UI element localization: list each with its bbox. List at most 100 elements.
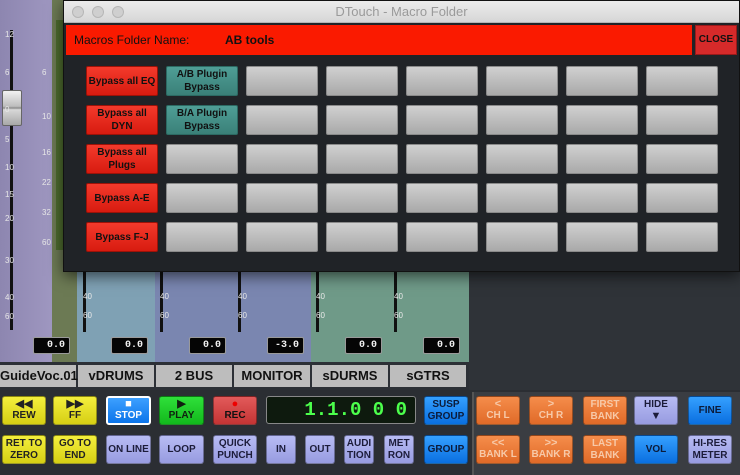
in-button[interactable]: IN bbox=[266, 435, 296, 464]
hi-res-meter-button[interactable]: HI-RES METER bbox=[688, 435, 732, 464]
vol-button[interactable]: VOL bbox=[634, 435, 678, 464]
macro-button[interactable]: Bypass all DYN bbox=[86, 105, 158, 135]
empty-macro-slot[interactable] bbox=[566, 222, 638, 252]
empty-macro-slot[interactable] bbox=[646, 183, 718, 213]
loop-button[interactable]: LOOP bbox=[159, 435, 204, 464]
fader-scale-tick: 6 bbox=[5, 68, 10, 77]
play-icon: ▶ bbox=[177, 398, 186, 410]
audition-button[interactable]: AUDI TION bbox=[344, 435, 374, 464]
macro-button[interactable]: Bypass all Plugs bbox=[86, 144, 158, 174]
ff-button[interactable]: ▶▶ FF bbox=[53, 396, 97, 425]
fader-scale-tick: 5 bbox=[5, 135, 10, 144]
empty-macro-slot[interactable] bbox=[246, 222, 318, 252]
fader-scale-tick: 60 bbox=[5, 312, 14, 321]
macro-folder-window: DTouch - Macro Folder Macros Folder Name… bbox=[63, 0, 740, 272]
bank-l-button[interactable]: << BANK L bbox=[476, 435, 520, 464]
first-bank-button[interactable]: FIRST BANK bbox=[583, 396, 627, 425]
go-to-end-button[interactable]: GO TO END bbox=[53, 435, 97, 464]
fader-rail bbox=[394, 272, 397, 332]
macro-button[interactable]: Bypass A-E bbox=[86, 183, 158, 213]
volume-readout: 0.0 bbox=[111, 337, 148, 354]
chevron-left-icon: < bbox=[494, 398, 502, 410]
rec-button[interactable]: ● REC bbox=[213, 396, 257, 425]
empty-macro-slot[interactable] bbox=[406, 66, 478, 96]
macro-button[interactable]: B/A Plugin Bypass bbox=[166, 105, 238, 135]
last-bank-button[interactable]: LAST BANK bbox=[583, 435, 627, 464]
hide-button[interactable]: HIDE ▼ bbox=[634, 396, 678, 425]
empty-macro-slot[interactable] bbox=[326, 144, 398, 174]
meter-scale-tick: 10 bbox=[42, 112, 51, 121]
empty-macro-slot[interactable] bbox=[406, 144, 478, 174]
empty-macro-slot[interactable] bbox=[166, 222, 238, 252]
empty-macro-slot[interactable] bbox=[566, 105, 638, 135]
empty-macro-slot[interactable] bbox=[566, 144, 638, 174]
macro-button[interactable]: Bypass F-J bbox=[86, 222, 158, 252]
empty-macro-slot[interactable] bbox=[326, 66, 398, 96]
double-chevron-left-icon: << bbox=[491, 437, 505, 449]
empty-macro-slot[interactable] bbox=[326, 222, 398, 252]
empty-macro-slot[interactable] bbox=[486, 105, 558, 135]
empty-macro-slot[interactable] bbox=[246, 105, 318, 135]
fader-rail bbox=[238, 272, 241, 332]
play-button[interactable]: ▶ PLAY bbox=[159, 396, 204, 425]
fader-scale-tick: 15 bbox=[5, 190, 14, 199]
fader-rail bbox=[83, 272, 86, 332]
empty-macro-slot[interactable] bbox=[326, 105, 398, 135]
strip-name[interactable]: sGTRS bbox=[390, 365, 466, 387]
empty-macro-slot[interactable] bbox=[646, 66, 718, 96]
empty-macro-slot[interactable] bbox=[166, 144, 238, 174]
susp-group-button[interactable]: SUSP GROUP bbox=[424, 396, 468, 425]
strip-name[interactable]: GuideVoc.01 bbox=[0, 365, 78, 387]
ch-l-button[interactable]: < CH L bbox=[476, 396, 520, 425]
empty-macro-slot[interactable] bbox=[486, 222, 558, 252]
out-button[interactable]: OUT bbox=[305, 435, 335, 464]
macro-button[interactable]: A/B Plugin Bypass bbox=[166, 66, 238, 96]
group-button[interactable]: GROUP bbox=[424, 435, 468, 464]
fader-scale-tick: 12 bbox=[5, 30, 14, 39]
folder-name-value[interactable]: AB tools bbox=[225, 25, 274, 55]
empty-macro-slot[interactable] bbox=[246, 183, 318, 213]
meter-scale-tick: 16 bbox=[42, 148, 51, 157]
ret-to-zero-button[interactable]: RET TO ZERO bbox=[2, 435, 46, 464]
empty-macro-slot[interactable] bbox=[246, 66, 318, 96]
time-counter: 1.1.0 0 0 bbox=[266, 396, 416, 424]
empty-macro-slot[interactable] bbox=[646, 144, 718, 174]
on-line-button[interactable]: ON LINE bbox=[106, 435, 151, 464]
empty-macro-slot[interactable] bbox=[566, 183, 638, 213]
empty-macro-slot[interactable] bbox=[486, 66, 558, 96]
strip-name[interactable]: 2 BUS bbox=[156, 365, 232, 387]
window-title: DTouch - Macro Folder bbox=[335, 4, 468, 19]
empty-macro-slot[interactable] bbox=[326, 183, 398, 213]
empty-macro-slot[interactable] bbox=[246, 144, 318, 174]
empty-macro-slot[interactable] bbox=[486, 144, 558, 174]
quick-punch-button[interactable]: QUICK PUNCH bbox=[213, 435, 257, 464]
volume-readout: 0.0 bbox=[345, 337, 382, 354]
macro-button[interactable]: Bypass all EQ bbox=[86, 66, 158, 96]
strip-name[interactable]: sDURMS bbox=[312, 365, 388, 387]
close-button[interactable]: CLOSE bbox=[695, 25, 737, 55]
empty-macro-slot[interactable] bbox=[406, 222, 478, 252]
empty-macro-slot[interactable] bbox=[406, 183, 478, 213]
empty-macro-slot[interactable] bbox=[646, 222, 718, 252]
empty-macro-slot[interactable] bbox=[486, 183, 558, 213]
fader-scale-tick: 10 bbox=[5, 163, 14, 172]
record-icon: ● bbox=[231, 398, 239, 410]
strip-name[interactable]: vDRUMS bbox=[78, 365, 154, 387]
fine-button[interactable]: FINE bbox=[688, 396, 732, 425]
folder-name-label: Macros Folder Name: bbox=[74, 33, 190, 47]
stop-icon: ■ bbox=[125, 398, 132, 410]
fader-scale-tick: 40 bbox=[5, 293, 14, 302]
empty-macro-slot[interactable] bbox=[566, 66, 638, 96]
empty-macro-slot[interactable] bbox=[166, 183, 238, 213]
meter-scale-tick: 60 bbox=[42, 238, 51, 247]
metronome-button[interactable]: MET RON bbox=[384, 435, 414, 464]
fader-scale-tick: 30 bbox=[5, 256, 14, 265]
ch-r-button[interactable]: > CH R bbox=[529, 396, 573, 425]
rew-button[interactable]: ◀◀ REW bbox=[2, 396, 46, 425]
stop-button[interactable]: ■ STOP bbox=[106, 396, 151, 425]
empty-macro-slot[interactable] bbox=[406, 105, 478, 135]
strip-name[interactable]: MONITOR bbox=[234, 365, 310, 387]
volume-readout: -3.0 bbox=[267, 337, 304, 354]
bank-r-button[interactable]: >> BANK R bbox=[529, 435, 573, 464]
empty-macro-slot[interactable] bbox=[646, 105, 718, 135]
